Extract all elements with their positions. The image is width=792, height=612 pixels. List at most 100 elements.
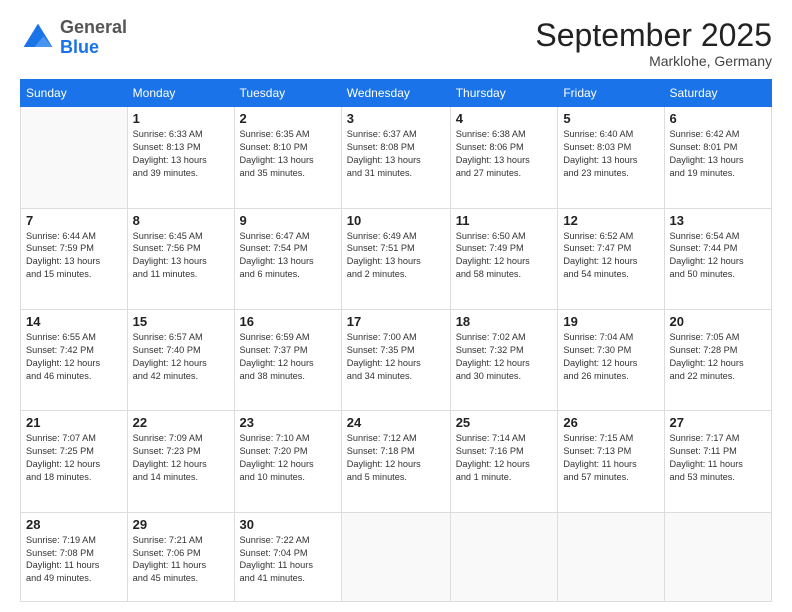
day-number: 28 bbox=[26, 517, 122, 532]
day-number: 24 bbox=[347, 415, 445, 430]
day-info: Sunrise: 6:44 AM Sunset: 7:59 PM Dayligh… bbox=[26, 230, 122, 282]
logo: General Blue bbox=[20, 18, 127, 58]
day-info: Sunrise: 6:52 AM Sunset: 7:47 PM Dayligh… bbox=[563, 230, 658, 282]
table-row: 26 Sunrise: 7:15 AM Sunset: 7:13 PM Dayli… bbox=[558, 411, 664, 512]
day-number: 10 bbox=[347, 213, 445, 228]
day-number: 6 bbox=[670, 111, 767, 126]
header-wednesday: Wednesday bbox=[341, 80, 450, 107]
day-number: 12 bbox=[563, 213, 658, 228]
day-number: 5 bbox=[563, 111, 658, 126]
day-number: 26 bbox=[563, 415, 658, 430]
day-info: Sunrise: 7:10 AM Sunset: 7:20 PM Dayligh… bbox=[240, 432, 336, 484]
day-info: Sunrise: 6:47 AM Sunset: 7:54 PM Dayligh… bbox=[240, 230, 336, 282]
day-info: Sunrise: 7:17 AM Sunset: 7:11 PM Dayligh… bbox=[670, 432, 767, 484]
table-row: 9 Sunrise: 6:47 AM Sunset: 7:54 PM Daylig… bbox=[234, 208, 341, 309]
calendar-week-row: 21 Sunrise: 7:07 AM Sunset: 7:25 PM Dayli… bbox=[21, 411, 772, 512]
day-number: 14 bbox=[26, 314, 122, 329]
day-number: 25 bbox=[456, 415, 553, 430]
table-row: 5 Sunrise: 6:40 AM Sunset: 8:03 PM Daylig… bbox=[558, 107, 664, 208]
table-row: 1Sunrise: 6:33 AM Sunset: 8:13 PM Daylig… bbox=[127, 107, 234, 208]
month-title: September 2025 bbox=[535, 18, 772, 53]
table-row: 12 Sunrise: 6:52 AM Sunset: 7:47 PM Dayli… bbox=[558, 208, 664, 309]
table-row: 2 Sunrise: 6:35 AM Sunset: 8:10 PM Daylig… bbox=[234, 107, 341, 208]
day-number: 20 bbox=[670, 314, 767, 329]
day-info: Sunrise: 7:07 AM Sunset: 7:25 PM Dayligh… bbox=[26, 432, 122, 484]
logo-icon bbox=[20, 20, 56, 56]
table-row: 15Sunrise: 6:57 AM Sunset: 7:40 PM Dayli… bbox=[127, 309, 234, 410]
table-row: 18 Sunrise: 7:02 AM Sunset: 7:32 PM Dayli… bbox=[450, 309, 558, 410]
table-row: 19Sunrise: 7:04 AM Sunset: 7:30 PM Dayli… bbox=[558, 309, 664, 410]
day-info: Sunrise: 7:21 AM Sunset: 7:06 PM Dayligh… bbox=[133, 534, 229, 586]
day-number: 3 bbox=[347, 111, 445, 126]
table-row bbox=[341, 512, 450, 601]
day-number: 11 bbox=[456, 213, 553, 228]
day-number: 7 bbox=[26, 213, 122, 228]
header-tuesday: Tuesday bbox=[234, 80, 341, 107]
day-number: 4 bbox=[456, 111, 553, 126]
table-row: 29Sunrise: 7:21 AM Sunset: 7:06 PM Dayli… bbox=[127, 512, 234, 601]
day-info: Sunrise: 6:40 AM Sunset: 8:03 PM Dayligh… bbox=[563, 128, 658, 180]
day-info: Sunrise: 7:04 AM Sunset: 7:30 PM Dayligh… bbox=[563, 331, 658, 383]
table-row: 3 Sunrise: 6:37 AM Sunset: 8:08 PM Daylig… bbox=[341, 107, 450, 208]
day-info: Sunrise: 7:15 AM Sunset: 7:13 PM Dayligh… bbox=[563, 432, 658, 484]
day-info: Sunrise: 7:19 AM Sunset: 7:08 PM Dayligh… bbox=[26, 534, 122, 586]
day-info: Sunrise: 6:42 AM Sunset: 8:01 PM Dayligh… bbox=[670, 128, 767, 180]
table-row bbox=[450, 512, 558, 601]
day-number: 18 bbox=[456, 314, 553, 329]
table-row: 23Sunrise: 7:10 AM Sunset: 7:20 PM Dayli… bbox=[234, 411, 341, 512]
table-row bbox=[21, 107, 128, 208]
table-row: 17 Sunrise: 7:00 AM Sunset: 7:35 PM Dayli… bbox=[341, 309, 450, 410]
day-number: 27 bbox=[670, 415, 767, 430]
header-saturday: Saturday bbox=[664, 80, 772, 107]
weekday-header-row: Sunday Monday Tuesday Wednesday Thursday… bbox=[21, 80, 772, 107]
table-row: 8 Sunrise: 6:45 AM Sunset: 7:56 PM Daylig… bbox=[127, 208, 234, 309]
table-row: 21 Sunrise: 7:07 AM Sunset: 7:25 PM Dayli… bbox=[21, 411, 128, 512]
day-info: Sunrise: 6:37 AM Sunset: 8:08 PM Dayligh… bbox=[347, 128, 445, 180]
page: General Blue September 2025 Marklohe, Ge… bbox=[0, 0, 792, 612]
day-number: 30 bbox=[240, 517, 336, 532]
header-thursday: Thursday bbox=[450, 80, 558, 107]
day-info: Sunrise: 7:05 AM Sunset: 7:28 PM Dayligh… bbox=[670, 331, 767, 383]
day-info: Sunrise: 6:38 AM Sunset: 8:06 PM Dayligh… bbox=[456, 128, 553, 180]
day-info: Sunrise: 7:00 AM Sunset: 7:35 PM Dayligh… bbox=[347, 331, 445, 383]
table-row: 28 Sunrise: 7:19 AM Sunset: 7:08 PM Dayli… bbox=[21, 512, 128, 601]
table-row: 25 Sunrise: 7:14 AM Sunset: 7:16 PM Dayli… bbox=[450, 411, 558, 512]
day-info: Sunrise: 6:50 AM Sunset: 7:49 PM Dayligh… bbox=[456, 230, 553, 282]
header-monday: Monday bbox=[127, 80, 234, 107]
calendar-week-row: 14 Sunrise: 6:55 AM Sunset: 7:42 PM Dayli… bbox=[21, 309, 772, 410]
day-info: Sunrise: 6:55 AM Sunset: 7:42 PM Dayligh… bbox=[26, 331, 122, 383]
calendar-week-row: 28 Sunrise: 7:19 AM Sunset: 7:08 PM Dayli… bbox=[21, 512, 772, 601]
day-number: 13 bbox=[670, 213, 767, 228]
day-number: 9 bbox=[240, 213, 336, 228]
day-number: 8 bbox=[133, 213, 229, 228]
table-row: 24 Sunrise: 7:12 AM Sunset: 7:18 PM Dayli… bbox=[341, 411, 450, 512]
header: General Blue September 2025 Marklohe, Ge… bbox=[20, 18, 772, 69]
day-info: Sunrise: 6:49 AM Sunset: 7:51 PM Dayligh… bbox=[347, 230, 445, 282]
day-info: Sunrise: 7:02 AM Sunset: 7:32 PM Dayligh… bbox=[456, 331, 553, 383]
table-row: 16 Sunrise: 6:59 AM Sunset: 7:37 PM Dayli… bbox=[234, 309, 341, 410]
table-row: 27 Sunrise: 7:17 AM Sunset: 7:11 PM Dayli… bbox=[664, 411, 772, 512]
header-sunday: Sunday bbox=[21, 80, 128, 107]
day-number: 17 bbox=[347, 314, 445, 329]
table-row: 11 Sunrise: 6:50 AM Sunset: 7:49 PM Dayli… bbox=[450, 208, 558, 309]
calendar-table: Sunday Monday Tuesday Wednesday Thursday… bbox=[20, 79, 772, 602]
day-number: 21 bbox=[26, 415, 122, 430]
day-number: 22 bbox=[133, 415, 229, 430]
day-number: 16 bbox=[240, 314, 336, 329]
day-number: 2 bbox=[240, 111, 336, 126]
day-info: Sunrise: 6:59 AM Sunset: 7:37 PM Dayligh… bbox=[240, 331, 336, 383]
day-info: Sunrise: 7:14 AM Sunset: 7:16 PM Dayligh… bbox=[456, 432, 553, 484]
day-info: Sunrise: 6:35 AM Sunset: 8:10 PM Dayligh… bbox=[240, 128, 336, 180]
calendar-week-row: 1Sunrise: 6:33 AM Sunset: 8:13 PM Daylig… bbox=[21, 107, 772, 208]
day-info: Sunrise: 6:54 AM Sunset: 7:44 PM Dayligh… bbox=[670, 230, 767, 282]
day-info: Sunrise: 6:33 AM Sunset: 8:13 PM Dayligh… bbox=[133, 128, 229, 180]
table-row: 13 Sunrise: 6:54 AM Sunset: 7:44 PM Dayli… bbox=[664, 208, 772, 309]
title-block: September 2025 Marklohe, Germany bbox=[535, 18, 772, 69]
table-row: 7 Sunrise: 6:44 AM Sunset: 7:59 PM Daylig… bbox=[21, 208, 128, 309]
logo-text: General Blue bbox=[60, 18, 127, 58]
day-info: Sunrise: 7:12 AM Sunset: 7:18 PM Dayligh… bbox=[347, 432, 445, 484]
day-info: Sunrise: 7:09 AM Sunset: 7:23 PM Dayligh… bbox=[133, 432, 229, 484]
day-info: Sunrise: 7:22 AM Sunset: 7:04 PM Dayligh… bbox=[240, 534, 336, 586]
day-info: Sunrise: 6:45 AM Sunset: 7:56 PM Dayligh… bbox=[133, 230, 229, 282]
day-number: 15 bbox=[133, 314, 229, 329]
